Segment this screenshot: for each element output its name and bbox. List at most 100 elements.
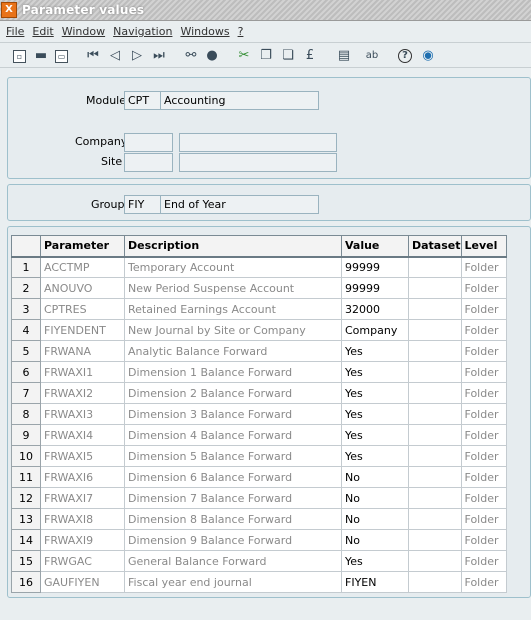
form-icon[interactable]: ▤ xyxy=(336,48,352,64)
parameter-cell: FRWGAC xyxy=(40,550,125,572)
value-cell[interactable]: No xyxy=(341,466,409,488)
parameter-cell: FRWAXI1 xyxy=(40,361,125,383)
value-cell[interactable]: Yes xyxy=(341,403,409,425)
dataset-cell[interactable] xyxy=(408,361,462,383)
menu-windows[interactable]: Windows xyxy=(177,23,234,41)
value-cell[interactable]: Yes xyxy=(341,424,409,446)
new-icon[interactable]: ▫ xyxy=(13,50,26,63)
column-header-level[interactable]: Level xyxy=(460,235,507,258)
first-record-icon[interactable]: ⏮ xyxy=(85,48,101,64)
column-header-parameter[interactable]: Parameter xyxy=(40,235,125,258)
parameter-cell: GAUFIYEN xyxy=(40,571,125,593)
site-code-field[interactable] xyxy=(124,153,173,172)
value-cell[interactable]: Yes xyxy=(341,550,409,572)
previous-record-icon[interactable]: ◁ xyxy=(107,48,123,64)
next-record-icon[interactable]: ▷ xyxy=(129,48,145,64)
menu-navigation[interactable]: Navigation xyxy=(110,23,177,41)
dataset-cell[interactable] xyxy=(408,319,462,341)
preview-icon[interactable]: ▭ xyxy=(55,50,68,63)
dataset-cell[interactable] xyxy=(408,466,462,488)
row-number: 9 xyxy=(11,424,41,446)
last-record-icon[interactable]: ⏭ xyxy=(151,48,167,64)
attachment-icon[interactable]: ⚯ xyxy=(183,48,199,64)
description-cell: Fiscal year end journal xyxy=(124,571,342,593)
table-row[interactable]: 8 FRWAXI3 Dimension 3 Balance Forward Yes Fo… xyxy=(11,403,507,425)
dataset-cell[interactable] xyxy=(408,340,462,362)
group-description-field: End of Year xyxy=(160,195,319,214)
table-row[interactable]: 6 FRWAXI1 Dimension 1 Balance Forward Yes Fo… xyxy=(11,361,507,383)
paste-icon[interactable]: ❏ xyxy=(280,48,296,64)
value-cell[interactable]: Yes xyxy=(341,445,409,467)
value-cell[interactable]: No xyxy=(341,508,409,530)
dataset-cell[interactable] xyxy=(408,529,462,551)
cut-icon[interactable]: ✂ xyxy=(236,48,252,64)
dataset-cell[interactable] xyxy=(408,550,462,572)
parameter-cell: FRWAXI4 xyxy=(40,424,125,446)
web-icon[interactable]: ◉ xyxy=(420,48,436,64)
table-row[interactable]: 7 FRWAXI2 Dimension 2 Balance Forward Yes Fo… xyxy=(11,382,507,404)
dataset-cell[interactable] xyxy=(408,445,462,467)
dataset-cell[interactable] xyxy=(408,487,462,509)
help-icon[interactable]: ? xyxy=(398,49,412,63)
company-label: Company xyxy=(75,135,128,148)
level-cell: Folder xyxy=(460,361,507,383)
value-cell[interactable]: No xyxy=(341,487,409,509)
table-row[interactable]: 2 ANOUVO New Period Suspense Account 99999 F… xyxy=(11,277,507,299)
group-panel: Group FIY End of Year xyxy=(7,184,531,221)
app-icon[interactable]: X xyxy=(1,2,17,18)
dataset-cell[interactable] xyxy=(408,382,462,404)
level-cell: Folder xyxy=(460,256,507,278)
value-cell[interactable]: No xyxy=(341,529,409,551)
parameter-cell: CPTRES xyxy=(40,298,125,320)
table-row[interactable]: 15 FRWGAC General Balance Forward Yes Folder xyxy=(11,550,507,572)
table-row[interactable]: 10 FRWAXI5 Dimension 5 Balance Forward Yes F… xyxy=(11,445,507,467)
calculator-icon[interactable]: £ xyxy=(302,48,318,64)
table-row[interactable]: 4 FIYENDENT New Journal by Site or Company… xyxy=(11,319,507,341)
comment-icon[interactable]: ● xyxy=(204,48,220,64)
row-number: 16 xyxy=(11,571,41,593)
group-code-field[interactable]: FIY xyxy=(124,195,161,214)
column-header-value[interactable]: Value xyxy=(341,235,409,258)
value-cell[interactable]: 99999 xyxy=(341,277,409,299)
parameter-cell: FRWAXI9 xyxy=(40,529,125,551)
table-row[interactable]: 16 GAUFIYEN Fiscal year end journal FIYEN Fo… xyxy=(11,571,507,593)
level-cell: Folder xyxy=(460,382,507,404)
table-row[interactable]: 3 CPTRES Retained Earnings Account 32000 Fol… xyxy=(11,298,507,320)
text-icon[interactable]: ab xyxy=(364,48,380,64)
dataset-cell[interactable] xyxy=(408,571,462,593)
company-code-field[interactable] xyxy=(124,133,173,152)
parameter-cell: FRWAXI6 xyxy=(40,466,125,488)
value-cell[interactable]: Yes xyxy=(341,340,409,362)
dataset-cell[interactable] xyxy=(408,403,462,425)
table-row[interactable]: 11 FRWAXI6 Dimension 6 Balance Forward No Fo… xyxy=(11,466,507,488)
value-cell[interactable]: FIYEN xyxy=(341,571,409,593)
module-code-field[interactable]: CPT xyxy=(124,91,161,110)
row-number: 11 xyxy=(11,466,41,488)
row-number: 6 xyxy=(11,361,41,383)
dataset-cell[interactable] xyxy=(408,277,462,299)
table-row[interactable]: 14 FRWAXI9 Dimension 9 Balance Forward No Fo… xyxy=(11,529,507,551)
dataset-cell[interactable] xyxy=(408,424,462,446)
value-cell[interactable]: Company xyxy=(341,319,409,341)
menu-edit[interactable]: Edit xyxy=(29,23,58,41)
dataset-cell[interactable] xyxy=(408,508,462,530)
column-header-dataset[interactable]: Dataset xyxy=(408,235,462,258)
table-row[interactable]: 13 FRWAXI8 Dimension 8 Balance Forward No Fo… xyxy=(11,508,507,530)
menu-window[interactable]: Window xyxy=(59,23,110,41)
value-cell[interactable]: 99999 xyxy=(341,256,409,278)
value-cell[interactable]: Yes xyxy=(341,382,409,404)
dataset-cell[interactable] xyxy=(408,256,462,278)
copy-icon[interactable]: ❐ xyxy=(258,48,274,64)
toolbar: ▫ ▬ ▭ ⏮ ◁ ▷ ⏭ ⚯ ● ✂ ❐ ❏ £ ▤ ab ? ◉ xyxy=(0,42,531,68)
value-cell[interactable]: Yes xyxy=(341,361,409,383)
table-row[interactable]: 1 ACCTMP Temporary Account 99999 Folder xyxy=(11,256,507,278)
table-row[interactable]: 5 FRWANA Analytic Balance Forward Yes Folder xyxy=(11,340,507,362)
dataset-cell[interactable] xyxy=(408,298,462,320)
menu-file[interactable]: File xyxy=(3,23,29,41)
menu-help[interactable]: ? xyxy=(235,23,249,41)
table-row[interactable]: 12 FRWAXI7 Dimension 7 Balance Forward No Fo… xyxy=(11,487,507,509)
value-cell[interactable]: 32000 xyxy=(341,298,409,320)
table-row[interactable]: 9 FRWAXI4 Dimension 4 Balance Forward Yes Fo… xyxy=(11,424,507,446)
column-header-description[interactable]: Description xyxy=(124,235,342,258)
print-icon[interactable]: ▬ xyxy=(33,48,49,64)
